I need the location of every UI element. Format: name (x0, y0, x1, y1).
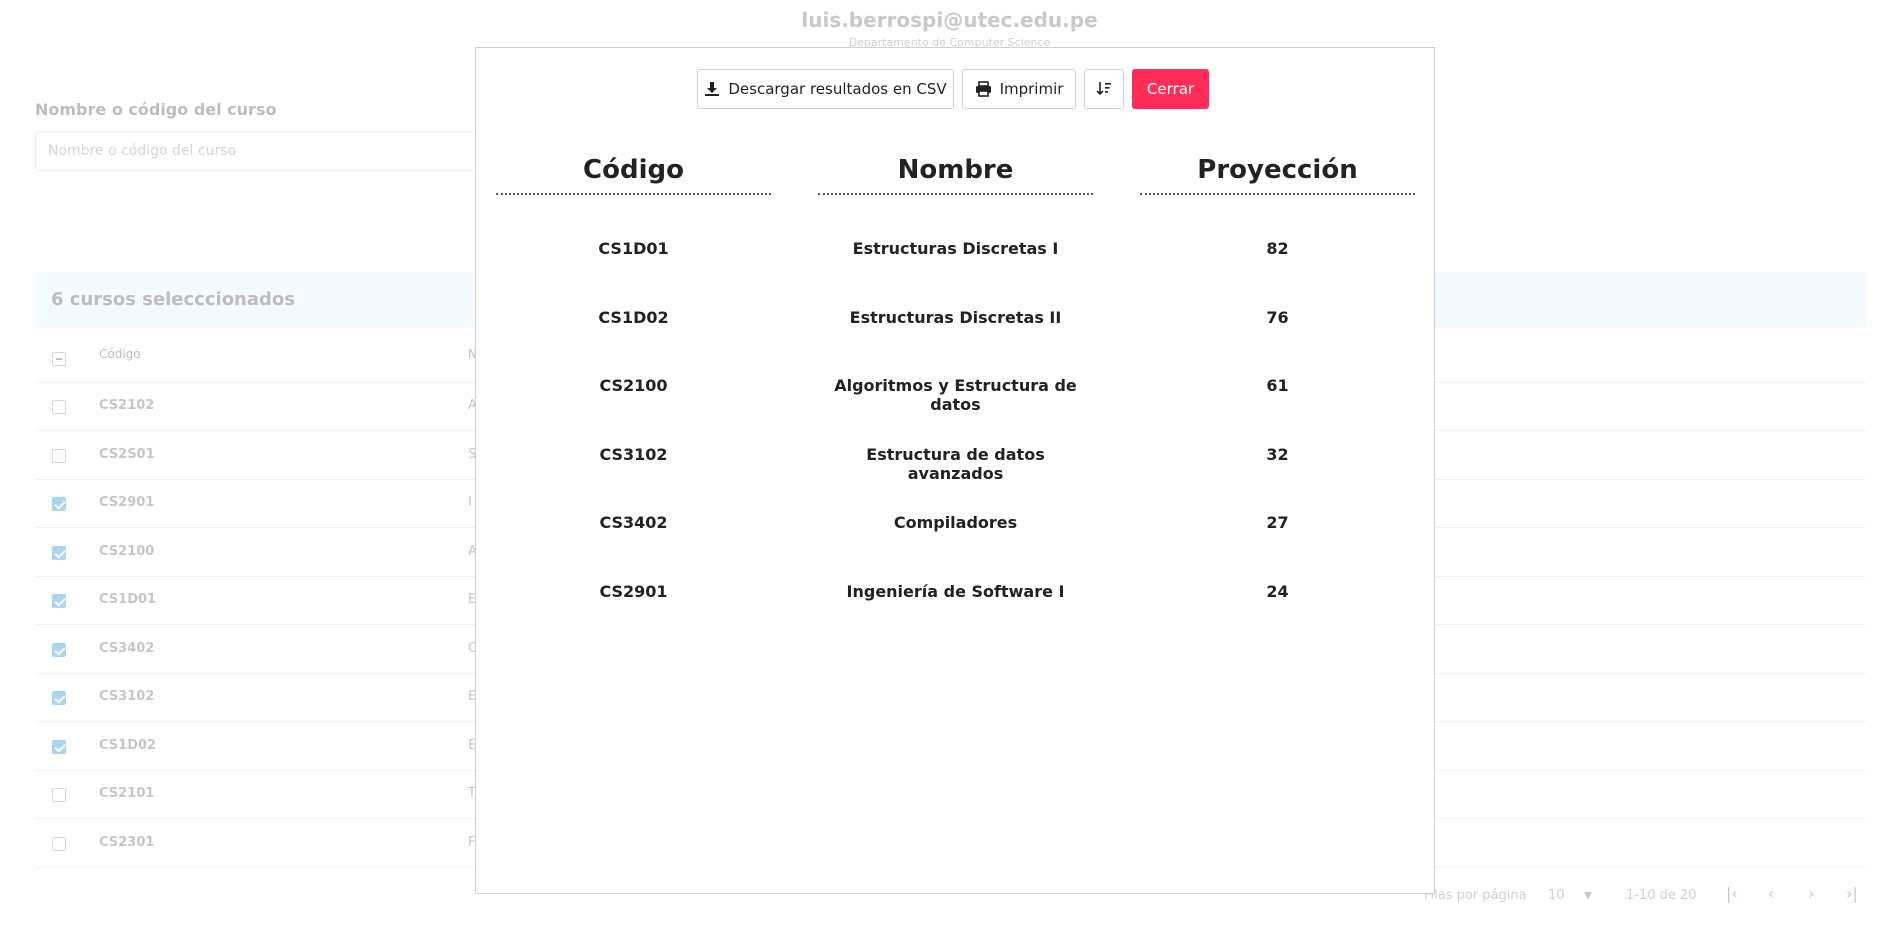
row-checkbox[interactable] (52, 642, 66, 657)
row-code: CS2301 (99, 834, 155, 850)
results-header-code: Código (496, 155, 771, 195)
result-name: Estructuras Discretas I (852, 239, 1059, 258)
result-projection: 61 (1266, 376, 1289, 395)
result-projection: 27 (1266, 513, 1289, 532)
result-name: Estructuras Discretas II (849, 307, 1062, 327)
row-code: CS3402 (99, 640, 155, 656)
row-checkbox[interactable] (52, 448, 66, 463)
result-name: Algoritmos y Estructura de datos (834, 376, 1077, 414)
results-header-projection: Proyección (1140, 155, 1415, 195)
page-range: 1-10 de 20 (1626, 888, 1697, 903)
row-code: CS2901 (99, 495, 155, 510)
result-name: Compiladores (893, 513, 1018, 532)
sort-button[interactable] (1084, 69, 1124, 109)
rows-per-page-select[interactable]: 10 (1548, 888, 1565, 903)
download-csv-button[interactable]: Descargar resultados en CSV (697, 69, 954, 109)
result-code: CS1D02 (598, 307, 669, 327)
rows-per-page-label: Filas por página (1424, 888, 1527, 903)
select-all-checkbox[interactable] (52, 352, 66, 366)
result-code: CS2100 (599, 376, 668, 395)
projection-modal: Descargar resultados en CSV Imprimir Cer… (475, 47, 1435, 894)
sort-descending-icon (1096, 81, 1112, 97)
download-csv-label: Descargar resultados en CSV (728, 80, 947, 98)
next-page-icon[interactable]: › (1808, 884, 1814, 903)
close-button[interactable]: Cerrar (1132, 69, 1209, 109)
row-checkbox[interactable] (52, 739, 66, 754)
results-header-name: Nombre (818, 155, 1093, 195)
download-icon (704, 81, 720, 97)
row-checkbox[interactable] (52, 545, 66, 560)
result-code: CS2901 (599, 581, 668, 601)
row-code: CS2S01 (99, 446, 155, 462)
result-projection: 76 (1266, 307, 1289, 327)
result-code: CS1D01 (598, 239, 669, 258)
row-code: CS3102 (99, 689, 155, 704)
column-header-code: Código (99, 347, 141, 361)
row-code: CS2100 (99, 543, 155, 559)
row-name: I (468, 495, 472, 510)
result-projection: 24 (1266, 581, 1289, 601)
caret-down-icon[interactable]: ▾ (1584, 885, 1592, 904)
selection-summary: 6 cursos selecccionados (51, 289, 295, 310)
print-label: Imprimir (999, 80, 1064, 98)
row-checkbox[interactable] (52, 691, 66, 705)
row-checkbox[interactable] (52, 400, 66, 414)
result-projection: 32 (1266, 444, 1289, 464)
result-name: Estructura de datos avanzados (866, 444, 1045, 483)
row-code: CS1D02 (99, 737, 157, 753)
print-button[interactable]: Imprimir (962, 69, 1076, 109)
user-email: luis.berrospi@utec.edu.pe (801, 8, 1098, 32)
result-projection: 82 (1266, 239, 1289, 258)
row-code: CS2102 (99, 398, 155, 413)
row-checkbox[interactable] (52, 594, 66, 608)
row-checkbox[interactable] (52, 788, 66, 802)
prev-page-icon[interactable]: ‹ (1768, 884, 1774, 903)
modal-toolbar: Descargar resultados en CSV Imprimir Cer… (476, 69, 1434, 109)
row-code: CS1D01 (99, 592, 157, 607)
first-page-icon[interactable]: |‹ (1726, 884, 1738, 903)
row-code: CS2101 (99, 786, 155, 801)
printer-icon (975, 81, 992, 97)
search-label: Nombre o código del curso (35, 100, 277, 119)
result-code: CS3402 (599, 513, 668, 532)
row-checkbox[interactable] (52, 497, 66, 511)
last-page-icon[interactable]: ›| (1846, 884, 1858, 903)
course-search-input[interactable] (35, 131, 485, 171)
result-name: Ingeniería de Software I (846, 581, 1065, 601)
result-code: CS3102 (599, 444, 668, 464)
row-checkbox[interactable] (52, 836, 66, 851)
